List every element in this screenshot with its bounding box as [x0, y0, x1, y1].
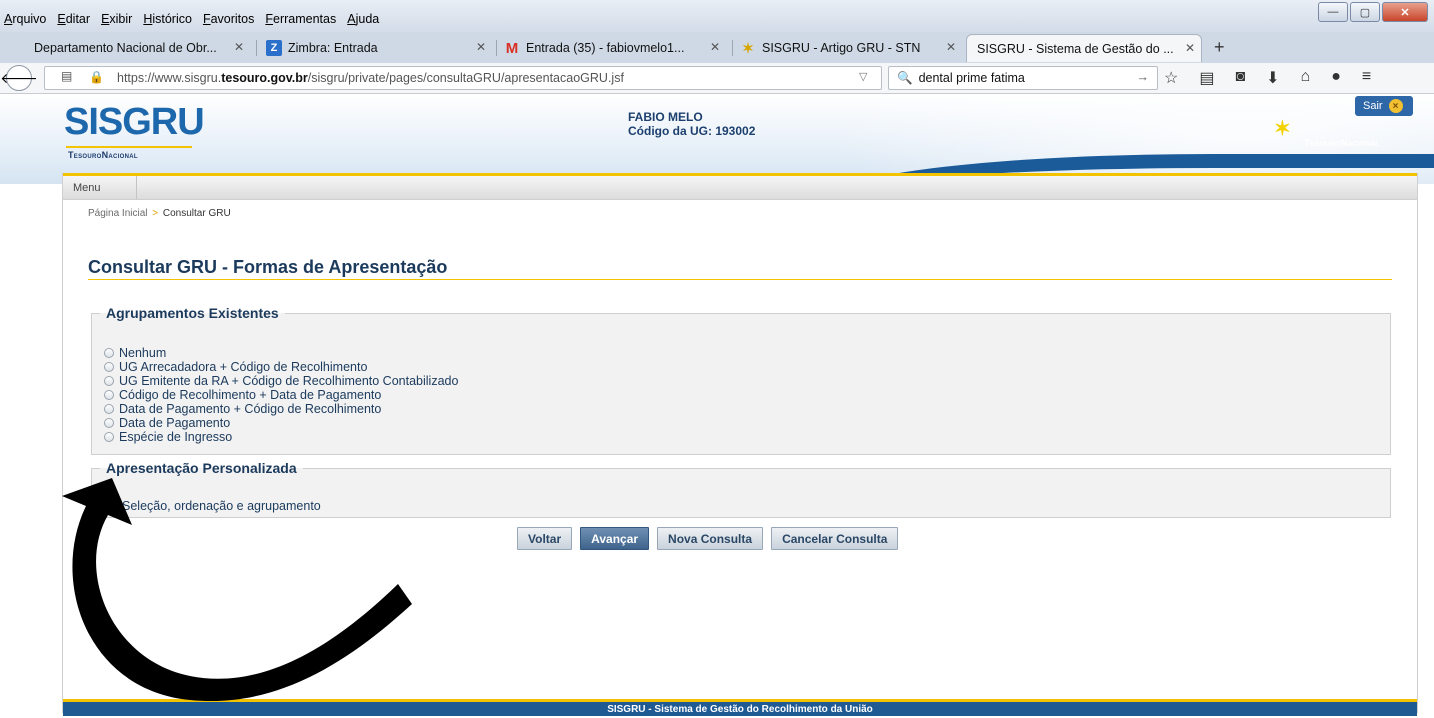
avancar-button[interactable]: Avançar — [580, 527, 650, 550]
radio-option-data-codigo[interactable]: Data de Pagamento + Código de Recolhimen… — [104, 402, 458, 416]
personalizada-legend: Apresentação Personalizada — [106, 460, 297, 476]
tab-gmail[interactable]: M Entrada (35) - fabiovmelo1... ✕ — [504, 34, 726, 62]
radio-option-ug-emitente[interactable]: UG Emitente da RA + Código de Recolhimen… — [104, 374, 458, 388]
tab-dnit[interactable]: Departamento Nacional de Obr... ✕ — [34, 34, 250, 62]
address-bar[interactable]: ▤ 🔒 https://www.sisgru.tesouro.gov.br/si… — [44, 66, 900, 90]
search-input[interactable]: dental prime fatima — [919, 71, 1025, 85]
radio-button[interactable] — [104, 348, 114, 358]
breadcrumb-home[interactable]: Página Inicial — [88, 208, 147, 219]
lock-icon: 🔒 — [89, 70, 104, 84]
voltar-button[interactable]: Voltar — [517, 527, 573, 550]
menu-historico[interactable]: Histórico — [143, 12, 192, 26]
download-icon[interactable]: ⬇ — [1266, 68, 1279, 88]
menu-favoritos[interactable]: Favoritos — [203, 12, 254, 26]
tab-label: Departamento Nacional de Obr... — [34, 41, 217, 55]
logo-underline — [66, 146, 192, 148]
personalizada-fieldset: Apresentação Personalizada Seleção, orde… — [91, 460, 1391, 518]
radio-option-codigo-data[interactable]: Código de Recolhimento + Data de Pagamen… — [104, 388, 458, 402]
tab-label: SISGRU - Sistema de Gestão do ... — [977, 41, 1174, 56]
reading-list-icon[interactable]: ▤ — [1199, 68, 1214, 88]
search-bar[interactable]: 🔍 dental prime fatima → — [888, 66, 1158, 90]
tab-sisgru-artigo[interactable]: ✶ SISGRU - Artigo GRU - STN ✕ — [740, 34, 962, 62]
minimize-button[interactable]: — — [1318, 2, 1348, 22]
chat-icon[interactable]: ● — [1331, 68, 1341, 88]
close-icon[interactable]: ✕ — [710, 40, 720, 54]
menu-exibir[interactable]: Exibir — [101, 12, 132, 26]
main-content: Menu Página Inicial > Consultar GRU Cons… — [62, 173, 1418, 716]
tab-strip: Departamento Nacional de Obr... ✕ Z Zimb… — [0, 32, 1434, 63]
menu-button[interactable]: Menu — [63, 176, 137, 199]
logout-label: Sair — [1363, 100, 1383, 112]
close-icon[interactable]: ✕ — [1185, 41, 1195, 55]
radio-option-data-pagamento[interactable]: Data de Pagamento — [104, 416, 458, 430]
search-icon: 🔍 — [897, 70, 913, 85]
radio-button[interactable] — [104, 432, 114, 442]
footer: SISGRU - Sistema de Gestão do Recolhimen… — [63, 699, 1417, 716]
breadcrumb-current: Consultar GRU — [162, 208, 231, 219]
tab-label: Zimbra: Entrada — [288, 41, 378, 55]
new-tab-button[interactable]: + — [1214, 37, 1225, 58]
tab-separator — [256, 40, 257, 56]
pocket-icon[interactable]: ◙ — [1235, 68, 1245, 88]
tab-separator — [496, 40, 497, 56]
history-icon: ▤ — [61, 69, 73, 83]
back-button[interactable]: 🡐 — [0, 65, 38, 91]
logout-button[interactable]: Sair × — [1355, 96, 1413, 116]
agrupamentos-radio-group: Nenhum UG Arrecadadora + Código de Recol… — [104, 346, 458, 444]
action-buttons: Voltar Avançar Nova Consulta Cancelar Co… — [517, 527, 899, 550]
tab-separator — [732, 40, 733, 56]
nova-consulta-button[interactable]: Nova Consulta — [657, 527, 764, 550]
site-header: SISGRU TesouroNacional FABIO MELO Código… — [0, 94, 1434, 184]
radio-button[interactable] — [104, 418, 114, 428]
agrupamentos-fieldset: Agrupamentos Existentes Nenhum UG Arreca… — [91, 305, 1391, 455]
tesouro-star-icon: ✶ — [1274, 118, 1291, 140]
radio-button[interactable] — [104, 362, 114, 372]
menu-ferramentas[interactable]: Ferramentas — [265, 12, 336, 26]
cancelar-consulta-button[interactable]: Cancelar Consulta — [771, 527, 899, 550]
home-icon[interactable]: ⌂ — [1301, 68, 1311, 88]
tab-sisgru-active[interactable]: SISGRU - Sistema de Gestão do ... ✕ — [966, 34, 1202, 62]
radio-button[interactable] — [104, 376, 114, 386]
menu-ajuda[interactable]: Ajuda — [347, 12, 379, 26]
menu-editar[interactable]: Editar — [57, 12, 90, 26]
back-arrow-icon: 🡐 — [0, 69, 38, 86]
close-icon: × — [1388, 99, 1403, 113]
menu-arquivo[interactable]: Arquivo — [4, 12, 46, 26]
tab-label: SISGRU - Artigo GRU - STN — [762, 41, 921, 55]
radio-option-especie-ingresso[interactable]: Espécie de Ingresso — [104, 430, 458, 444]
user-ug-code: Código da UG: 193002 — [628, 124, 756, 138]
browser-menubar: Arquivo Editar Exibir Histórico Favorito… — [0, 0, 1434, 32]
user-name: FABIO MELO — [628, 110, 703, 124]
radio-button[interactable] — [104, 404, 114, 414]
close-icon[interactable]: ✕ — [234, 40, 244, 54]
zimbra-icon: Z — [266, 40, 282, 56]
tab-zimbra[interactable]: Z Zimbra: Entrada ✕ — [266, 34, 492, 62]
maximize-button[interactable]: ▢ — [1350, 2, 1380, 22]
radio-button[interactable] — [104, 390, 114, 400]
gmail-icon: M — [505, 39, 519, 57]
sisgru-logo: SISGRU — [64, 101, 205, 143]
page-title: Consultar GRU - Formas de Apresentação — [88, 257, 448, 277]
menu-bar: Menu — [63, 176, 1417, 200]
close-icon[interactable]: ✕ — [946, 40, 956, 54]
selecao-ordenacao-link[interactable]: Seleção, ordenação e agrupamento — [122, 499, 321, 513]
title-underline — [88, 279, 1392, 280]
browser-navbar: 🡐 ▤ 🔒 https://www.sisgru.tesouro.gov.br/… — [0, 63, 1434, 94]
radio-option-ug-arrecadadora[interactable]: UG Arrecadadora + Código de Recolhimento — [104, 360, 458, 374]
close-icon[interactable]: ✕ — [476, 40, 486, 54]
breadcrumb: Página Inicial > Consultar GRU — [88, 208, 231, 219]
close-window-button[interactable]: ✕ — [1382, 2, 1428, 22]
breadcrumb-separator: > — [152, 208, 159, 219]
tab-label: Entrada (35) - fabiovmelo1... — [526, 41, 685, 55]
bookmark-star-icon[interactable]: ☆ — [1164, 68, 1178, 88]
tesouro-icon: ✶ — [742, 39, 754, 56]
agrupamentos-legend: Agrupamentos Existentes — [106, 305, 279, 321]
go-arrow-icon[interactable]: → — [1137, 70, 1150, 84]
radio-option-nenhum[interactable]: Nenhum — [104, 346, 458, 360]
hamburger-menu-icon[interactable]: ≡ — [1362, 68, 1371, 88]
logo-subtitle: TesouroNacional — [68, 150, 138, 160]
url-text: https://www.sisgru.tesouro.gov.br/sisgru… — [117, 71, 624, 85]
dropdown-icon[interactable]: ▽ — [859, 70, 867, 83]
